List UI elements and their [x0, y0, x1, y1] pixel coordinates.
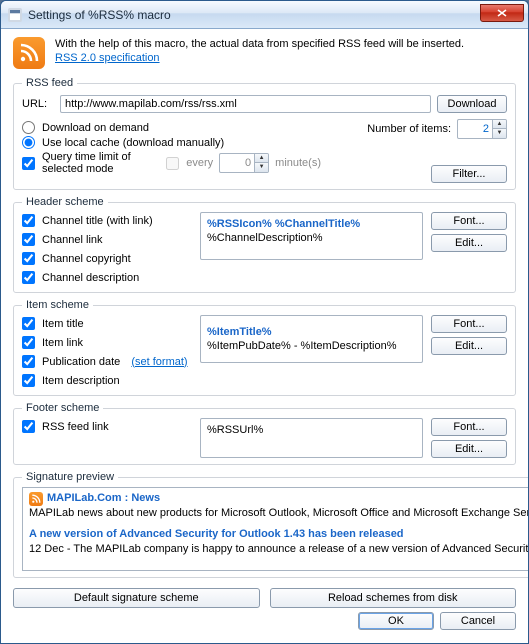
rss-icon	[29, 492, 43, 506]
every-spinner[interactable]: ▲▼	[219, 153, 269, 173]
url-input[interactable]	[60, 95, 431, 113]
signature-preview-area[interactable]: MAPILab.Com : News MAPILab news about ne…	[22, 487, 528, 571]
header-preview[interactable]: %RSSIcon% %ChannelTitle% %ChannelDescrip…	[200, 212, 423, 260]
set-format-link[interactable]: (set format)	[131, 356, 187, 368]
check-item-link[interactable]: Item link	[22, 336, 192, 349]
spin-up-icon[interactable]: ▲	[254, 154, 268, 163]
numitems-spinner[interactable]: ▲▼	[457, 119, 507, 139]
rss-feed-legend: RSS feed	[22, 77, 77, 89]
rss-feed-group: RSS feed URL: Download Download on deman…	[13, 77, 516, 190]
radio-download-demand[interactable]: Download on demand	[22, 121, 321, 134]
signature-preview-group: Signature preview MAPILab.Com : News MAP…	[13, 471, 528, 578]
radio-local-cache[interactable]: Use local cache (download manually)	[22, 136, 321, 149]
sig-channel-title: MAPILab.Com : News	[47, 491, 160, 506]
cancel-button[interactable]: Cancel	[440, 612, 516, 630]
ok-button[interactable]: OK	[358, 612, 434, 630]
sig-item-title: A new version of Advanced Security for O…	[29, 527, 528, 542]
rss-icon	[13, 37, 45, 69]
sig-item-body: 12 Dec - The MAPILab company is happy to…	[29, 542, 528, 557]
item-preview[interactable]: %ItemTitle% %ItemPubDate% - %ItemDescrip…	[200, 315, 423, 363]
item-scheme-group: Item scheme Item title Item link Publica…	[13, 299, 516, 396]
header-scheme-legend: Header scheme	[22, 196, 108, 208]
item-font-button[interactable]: Font...	[431, 315, 507, 333]
default-scheme-button[interactable]: Default signature scheme	[13, 588, 260, 608]
intro: With the help of this macro, the actual …	[13, 37, 516, 69]
sig-channel-desc: MAPILab news about new products for Micr…	[29, 506, 528, 521]
check-pub-date[interactable]: Publication date	[22, 355, 120, 368]
minutes-label: minute(s)	[275, 157, 321, 169]
check-item-title[interactable]: Item title	[22, 317, 192, 330]
footer-edit-button[interactable]: Edit...	[431, 440, 507, 458]
spin-down-icon[interactable]: ▼	[492, 129, 506, 138]
dialog-window: Settings of %RSS% macro With the help of…	[0, 0, 529, 644]
check-channel-link[interactable]: Channel link	[22, 233, 192, 246]
reload-schemes-button[interactable]: Reload schemes from disk	[270, 588, 517, 608]
window-title: Settings of %RSS% macro	[28, 8, 480, 22]
titlebar: Settings of %RSS% macro	[1, 1, 528, 29]
intro-text: With the help of this macro, the actual …	[55, 37, 516, 69]
intro-description: With the help of this macro, the actual …	[55, 38, 464, 50]
spin-down-icon[interactable]: ▼	[254, 163, 268, 172]
numitems-label: Number of items:	[367, 123, 451, 135]
header-edit-button[interactable]: Edit...	[431, 234, 507, 252]
close-button[interactable]	[480, 4, 524, 22]
check-rss-feed-link[interactable]: RSS feed link	[22, 420, 192, 433]
footer-scheme-group: Footer scheme RSS feed link %RSSUrl% Fon…	[13, 402, 516, 465]
app-icon	[7, 7, 23, 23]
item-edit-button[interactable]: Edit...	[431, 337, 507, 355]
header-scheme-group: Header scheme Channel title (with link) …	[13, 196, 516, 293]
rss-spec-link[interactable]: RSS 2.0 specification	[55, 52, 160, 64]
footer-scheme-legend: Footer scheme	[22, 402, 103, 414]
footer-preview[interactable]: %RSSUrl%	[200, 418, 423, 458]
client-area: With the help of this macro, the actual …	[1, 29, 528, 643]
filter-button[interactable]: Filter...	[431, 165, 507, 183]
item-scheme-legend: Item scheme	[22, 299, 93, 311]
check-every[interactable]: every	[166, 157, 213, 170]
footer-font-button[interactable]: Font...	[431, 418, 507, 436]
signature-preview-legend: Signature preview	[22, 471, 118, 483]
check-channel-description[interactable]: Channel description	[22, 271, 192, 284]
header-font-button[interactable]: Font...	[431, 212, 507, 230]
check-channel-title[interactable]: Channel title (with link)	[22, 214, 192, 227]
url-label: URL:	[22, 98, 54, 110]
check-channel-copyright[interactable]: Channel copyright	[22, 252, 192, 265]
check-query-limit[interactable]: Query time limit of selected mode	[22, 151, 162, 175]
check-item-description[interactable]: Item description	[22, 374, 192, 387]
download-button[interactable]: Download	[437, 95, 507, 113]
spin-up-icon[interactable]: ▲	[492, 120, 506, 129]
